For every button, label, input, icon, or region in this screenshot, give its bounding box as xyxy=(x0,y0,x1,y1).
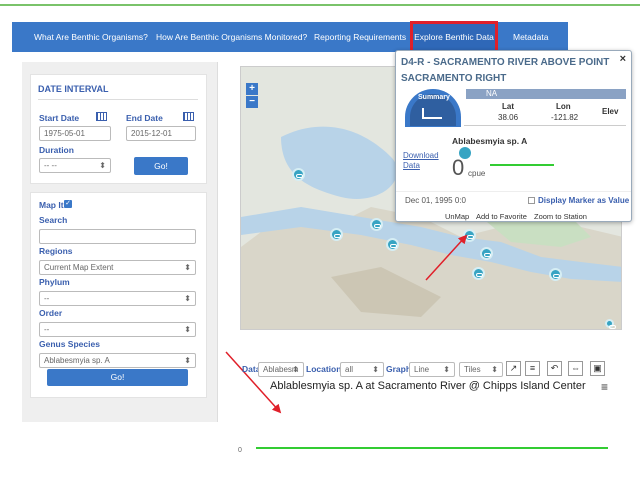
graph-label: Graph xyxy=(386,364,412,374)
chart-title: Ablablesmyia sp. A at Sacramento River @… xyxy=(270,380,586,392)
tiles-select[interactable]: Tiles xyxy=(459,362,503,377)
chart-type-icon[interactable]: ↗ xyxy=(506,361,521,376)
location-select[interactable]: all xyxy=(340,362,384,377)
location-label: Location xyxy=(306,364,342,374)
graph-select[interactable]: Line xyxy=(409,362,455,377)
expand-icon[interactable]: ⇔ xyxy=(568,361,583,376)
legend-lines-icon[interactable]: ≡ xyxy=(525,361,540,376)
save-icon[interactable]: ▣ xyxy=(590,361,605,376)
redo-icon[interactable]: ↶ xyxy=(547,361,562,376)
y-tick-label: 0 xyxy=(238,447,242,454)
data-select[interactable]: Ablabesm xyxy=(258,362,304,377)
chart-menu-icon[interactable]: ≡ xyxy=(601,380,608,394)
chart-plot: 0 xyxy=(238,447,608,454)
